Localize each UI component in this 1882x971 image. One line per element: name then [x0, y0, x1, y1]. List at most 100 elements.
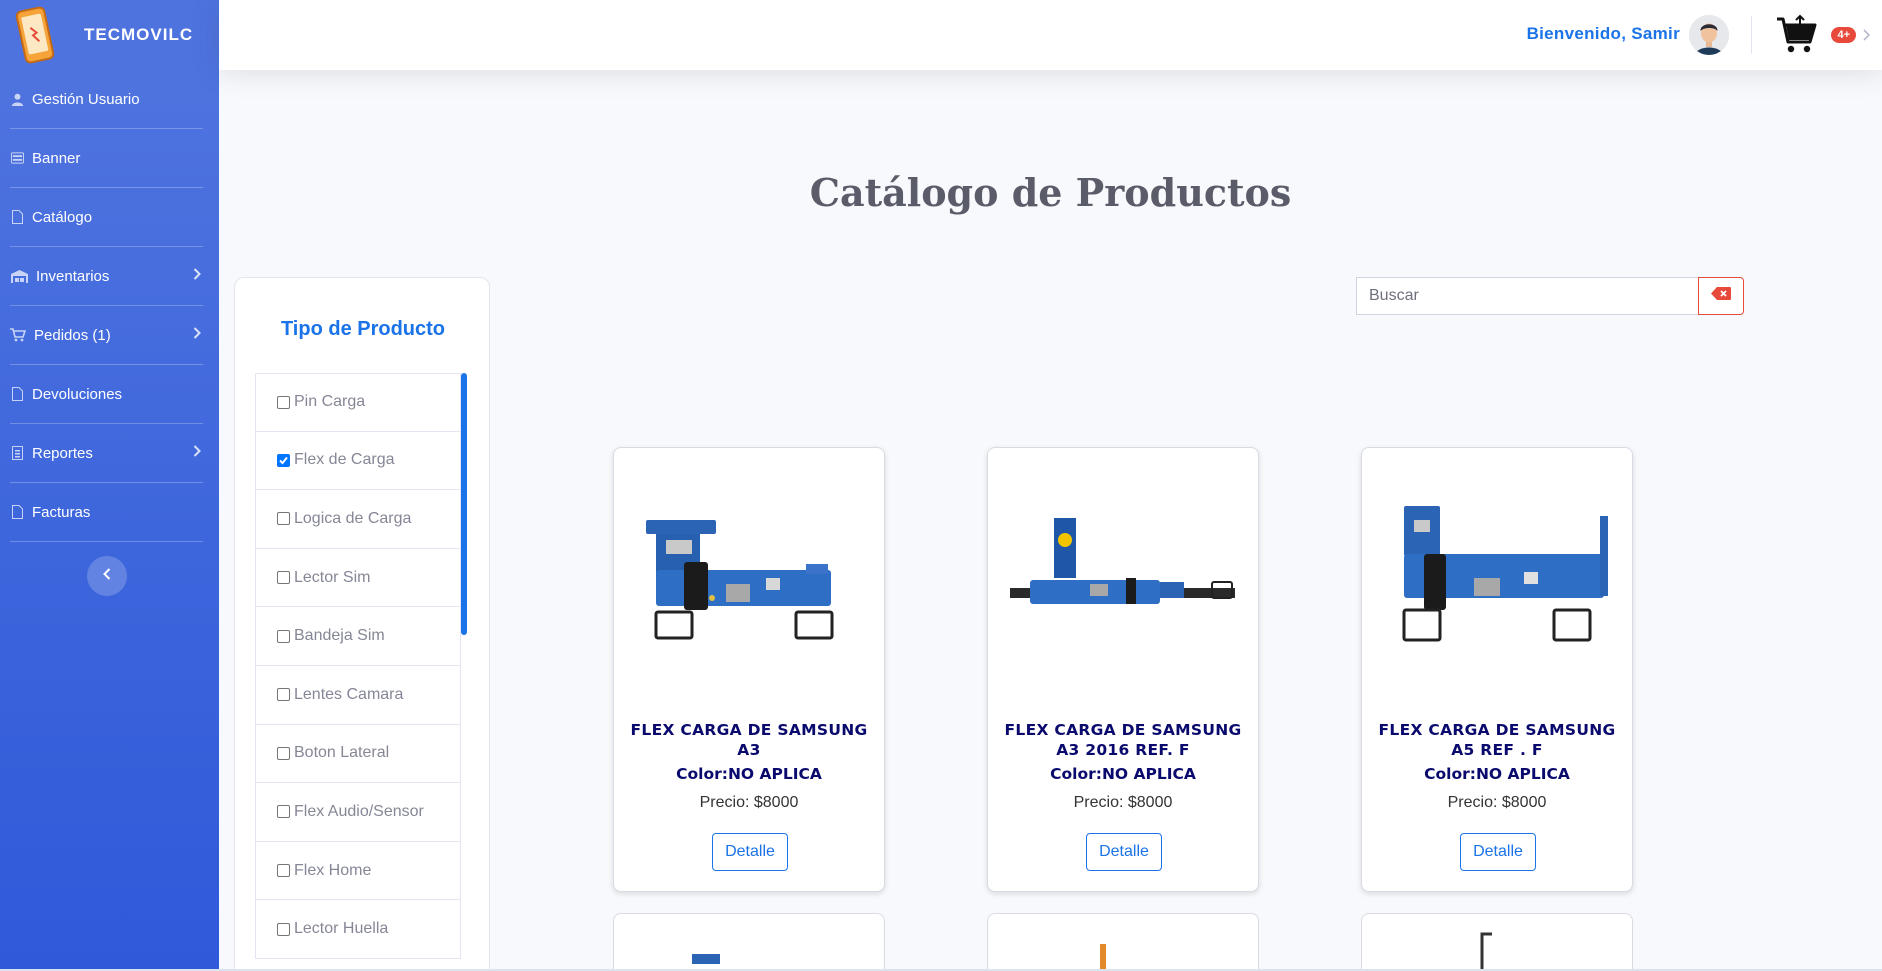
filter-option-label: Lector Huella	[294, 920, 389, 938]
product-card[interactable]	[987, 913, 1259, 971]
file-icon	[10, 210, 24, 224]
sidebar-item-label: Gestión Usuario	[32, 90, 140, 108]
product-name: FLEX CARGA DE SAMSUNG A5 REF . F	[1372, 720, 1622, 760]
product-name-line: A3	[737, 741, 761, 759]
checkbox[interactable]	[277, 571, 290, 585]
product-name-line: FLEX CARGA DE SAMSUNG	[1378, 721, 1616, 739]
product-card[interactable]	[613, 913, 885, 971]
product-type-filter: Tipo de Producto Pin Carga Flex de Carga…	[234, 277, 490, 971]
chevron-right-icon[interactable]	[1863, 28, 1871, 46]
filter-option-label: Lentes Camara	[294, 685, 404, 703]
detail-button[interactable]: Detalle	[1460, 833, 1536, 871]
detail-button[interactable]: Detalle	[712, 833, 788, 871]
sidebar-item-gestion-usuario[interactable]: Gestión Usuario	[10, 70, 203, 129]
product-card[interactable]: FLEX CARGA DE SAMSUNG A3 Color:NO APLICA…	[613, 447, 885, 892]
clear-search-button[interactable]	[1698, 277, 1744, 315]
filter-option-flex-de-carga[interactable]: Flex de Carga	[255, 431, 461, 491]
search-input[interactable]	[1356, 277, 1698, 315]
checkbox[interactable]	[277, 688, 290, 702]
sidebar-item-label: Inventarios	[36, 267, 110, 285]
sidebar-item-label: Devoluciones	[32, 385, 123, 403]
filter-option-logica-de-carga[interactable]: Logica de Carga	[255, 490, 461, 549]
sidebar-item-reportes[interactable]: Reportes	[10, 424, 203, 483]
chevron-right-icon	[193, 267, 201, 285]
detail-button[interactable]: Detalle	[1086, 833, 1162, 871]
filter-option-lector-huella[interactable]: Lector Huella	[255, 900, 461, 959]
filter-option-pin-carga[interactable]: Pin Carga	[255, 373, 461, 432]
checkbox[interactable]	[277, 922, 290, 936]
backspace-icon	[1711, 287, 1731, 305]
cart-count-badge: 4+	[1831, 27, 1856, 43]
sidebar-item-label: Catálogo	[32, 208, 93, 226]
brand[interactable]: TECMOVILC	[0, 0, 219, 70]
filter-option-boton-lateral[interactable]: Boton Lateral	[255, 724, 461, 784]
filter-option-label: Boton Lateral	[294, 744, 390, 762]
product-name-line: FLEX CARGA DE SAMSUNG	[1004, 721, 1242, 739]
sidebar-item-label: Reportes	[32, 444, 93, 462]
filter-list: Pin Carga Flex de Carga Logica de Carga …	[255, 373, 461, 959]
cart-icon	[10, 328, 26, 342]
filter-option-label: Logica de Carga	[294, 509, 412, 527]
filter-option-label: Flex Home	[294, 861, 372, 879]
product-image[interactable]	[616, 450, 882, 702]
sidebar-item-inventarios[interactable]: Inventarios	[10, 247, 203, 306]
checkbox[interactable]	[277, 864, 290, 878]
welcome-text[interactable]: Bienvenido, Samir	[1527, 24, 1680, 44]
product-price: Precio: $8000	[1447, 794, 1547, 811]
brand-name: TECMOVILC	[84, 25, 194, 44]
report-icon	[10, 446, 24, 460]
topbar: Bienvenido, Samir 4+	[219, 0, 1882, 70]
filter-option-lentes-camara[interactable]: Lentes Camara	[255, 665, 461, 725]
cart-icon[interactable]	[1776, 14, 1820, 56]
product-price: Precio: $8000	[699, 794, 799, 811]
product-name-line: A3 2016 REF. F	[1056, 741, 1190, 759]
filter-option-lector-sim[interactable]: Lector Sim	[255, 548, 461, 608]
page-title: Catálogo de Productos	[809, 170, 1292, 215]
filter-option-label: Flex de Carga	[294, 451, 395, 469]
sidebar-toggle-button[interactable]	[87, 556, 127, 596]
sidebar-item-banner[interactable]: Banner	[10, 129, 203, 188]
chevron-left-icon	[103, 567, 111, 585]
checkbox-checked[interactable]	[277, 453, 290, 467]
sidebar-item-label: Facturas	[32, 503, 91, 521]
product-name: FLEX CARGA DE SAMSUNG A3	[624, 720, 874, 760]
filter-title: Tipo de Producto	[280, 318, 446, 340]
product-image[interactable]	[1364, 450, 1630, 702]
phone-logo-icon	[12, 5, 58, 65]
product-image	[1100, 944, 1106, 971]
product-color: Color:NO APLICA	[1424, 765, 1570, 783]
user-icon	[10, 92, 24, 106]
banner-icon	[10, 151, 24, 165]
sidebar-item-catalogo[interactable]: Catálogo	[10, 188, 203, 247]
product-price: Precio: $8000	[1073, 794, 1173, 811]
filter-option-bandeja-sim[interactable]: Bandeja Sim	[255, 607, 461, 666]
product-card[interactable]: FLEX CARGA DE SAMSUNG A5 REF . F Color:N…	[1361, 447, 1633, 892]
checkbox[interactable]	[277, 805, 290, 819]
sidebar-item-devoluciones[interactable]: Devoluciones	[10, 365, 203, 424]
product-color: Color:NO APLICA	[676, 765, 822, 783]
sidebar-item-label: Banner	[32, 149, 81, 167]
chevron-right-icon	[193, 444, 201, 462]
product-image	[692, 954, 720, 964]
checkbox[interactable]	[277, 395, 290, 409]
sidebar-item-facturas[interactable]: Facturas	[10, 483, 203, 542]
product-name: FLEX CARGA DE SAMSUNG A3 2016 REF. F	[998, 720, 1248, 760]
avatar[interactable]	[1689, 15, 1729, 55]
filter-option-label: Pin Carga	[294, 393, 366, 411]
file-icon	[10, 505, 24, 519]
chevron-right-icon	[193, 326, 201, 344]
product-name-line: A5 REF . F	[1451, 741, 1543, 759]
filter-option-label: Bandeja Sim	[294, 627, 385, 645]
product-image[interactable]	[990, 450, 1256, 702]
product-card[interactable]: FLEX CARGA DE SAMSUNG A3 2016 REF. F Col…	[987, 447, 1259, 892]
sidebar: TECMOVILC Gestión Usuario Banner Catálog…	[0, 0, 219, 971]
sidebar-item-pedidos[interactable]: Pedidos (1)	[10, 306, 203, 365]
checkbox[interactable]	[277, 629, 290, 643]
checkbox[interactable]	[277, 746, 290, 760]
checkbox[interactable]	[277, 512, 290, 526]
product-card[interactable]	[1361, 913, 1633, 971]
product-name-line: FLEX CARGA DE SAMSUNG	[630, 721, 868, 739]
filter-scrollbar[interactable]	[461, 373, 467, 635]
filter-option-flex-audio-sensor[interactable]: Flex Audio/Sensor	[255, 783, 461, 842]
filter-option-flex-home[interactable]: Flex Home	[255, 841, 461, 901]
